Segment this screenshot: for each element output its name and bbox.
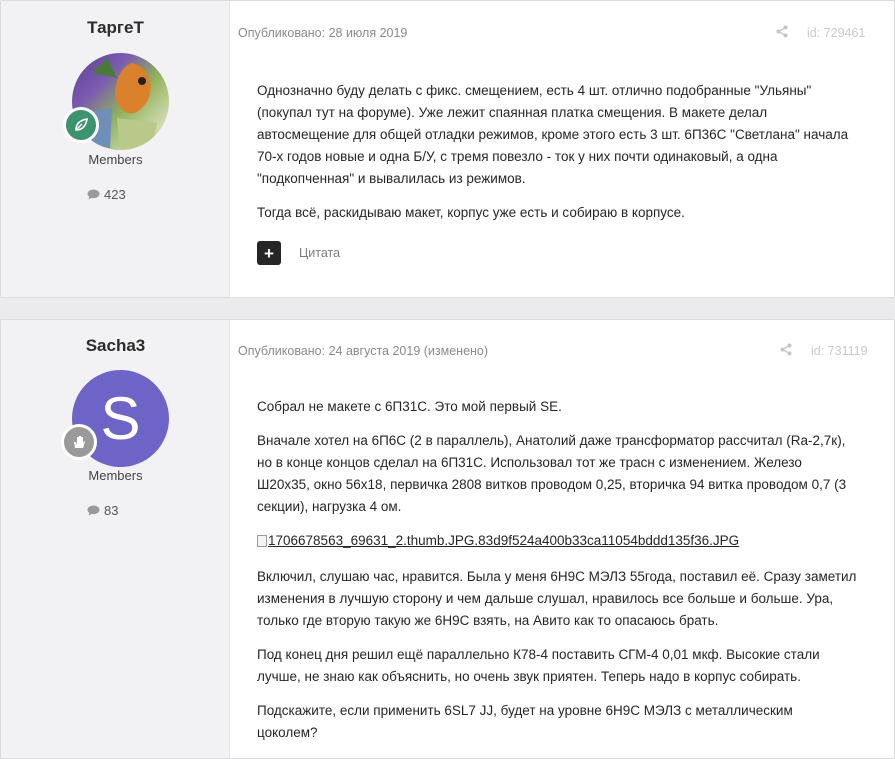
hand-icon bbox=[74, 436, 85, 448]
author-name-link[interactable]: ТаргеТ bbox=[1, 18, 230, 38]
author-panel: ТаргеТ Members 423 bbox=[1, 1, 230, 297]
multiquote-button[interactable]: + bbox=[257, 241, 281, 265]
post-count: 83 bbox=[87, 503, 118, 518]
post-id-link[interactable]: id: 731119 bbox=[811, 344, 868, 358]
avatar-letter: S bbox=[100, 384, 141, 452]
publish-date-link[interactable]: Опубликовано: 28 июля 2019 bbox=[238, 26, 407, 40]
post-content: Однозначно буду делать с фикс. смещением… bbox=[257, 80, 857, 236]
post-paragraph: Тогда всё, раскидываю макет, корпус уже … bbox=[257, 205, 685, 220]
member-group: Members bbox=[88, 152, 143, 167]
post: Sacha3 S Members 83 Опубликовано: 24 авг… bbox=[0, 319, 895, 759]
post-count-value: 423 bbox=[104, 187, 126, 202]
comment-icon bbox=[87, 189, 100, 200]
comment-icon bbox=[87, 505, 100, 516]
member-group: Members bbox=[88, 468, 143, 483]
rank-badge bbox=[61, 424, 97, 460]
rank-badge bbox=[63, 107, 99, 143]
broken-image-icon bbox=[257, 535, 267, 547]
post-image: 1706678563_69631_2.thumb.JPG.83d9f524a40… bbox=[257, 530, 857, 554]
author-panel: Sacha3 S Members 83 bbox=[1, 320, 230, 758]
leaf-icon bbox=[75, 118, 88, 131]
quote-button[interactable]: Цитата bbox=[299, 246, 340, 260]
post-paragraph: Однозначно буду делать с фикс. смещением… bbox=[257, 83, 849, 186]
author-name-link[interactable]: Sacha3 bbox=[1, 336, 230, 356]
post-paragraph: Собрал не макете с 6П31С. Это мой первый… bbox=[257, 399, 562, 414]
publish-date-link[interactable]: Опубликовано: 24 августа 2019 (изменено) bbox=[238, 344, 488, 358]
post-count-value: 83 bbox=[104, 503, 119, 518]
post: ТаргеТ Members 423 Опубликовано: 28 июля… bbox=[0, 0, 895, 298]
post-paragraph: Вначале хотел на 6П6С (2 в параллель), А… bbox=[257, 433, 847, 514]
share-icon[interactable] bbox=[780, 343, 792, 359]
post-paragraph: Включил, слушаю час, нравится. Была у ме… bbox=[257, 569, 857, 628]
post-paragraph: Подскажите, если применить 6SL7 JJ, буде… bbox=[257, 703, 793, 740]
post-paragraph: Под конец дня решил ещё параллельно К78-… bbox=[257, 647, 820, 684]
share-icon[interactable] bbox=[776, 25, 788, 41]
attachment-image-link[interactable]: 1706678563_69631_2.thumb.JPG.83d9f524a40… bbox=[257, 530, 739, 552]
post-count: 423 bbox=[87, 187, 126, 202]
post-content: Собрал не макете с 6П31С. Это мой первый… bbox=[257, 396, 857, 756]
plus-icon: + bbox=[264, 243, 274, 263]
attachment-filename: 1706678563_69631_2.thumb.JPG.83d9f524a40… bbox=[268, 533, 740, 548]
post-id-link[interactable]: id: 729461 bbox=[807, 26, 865, 40]
